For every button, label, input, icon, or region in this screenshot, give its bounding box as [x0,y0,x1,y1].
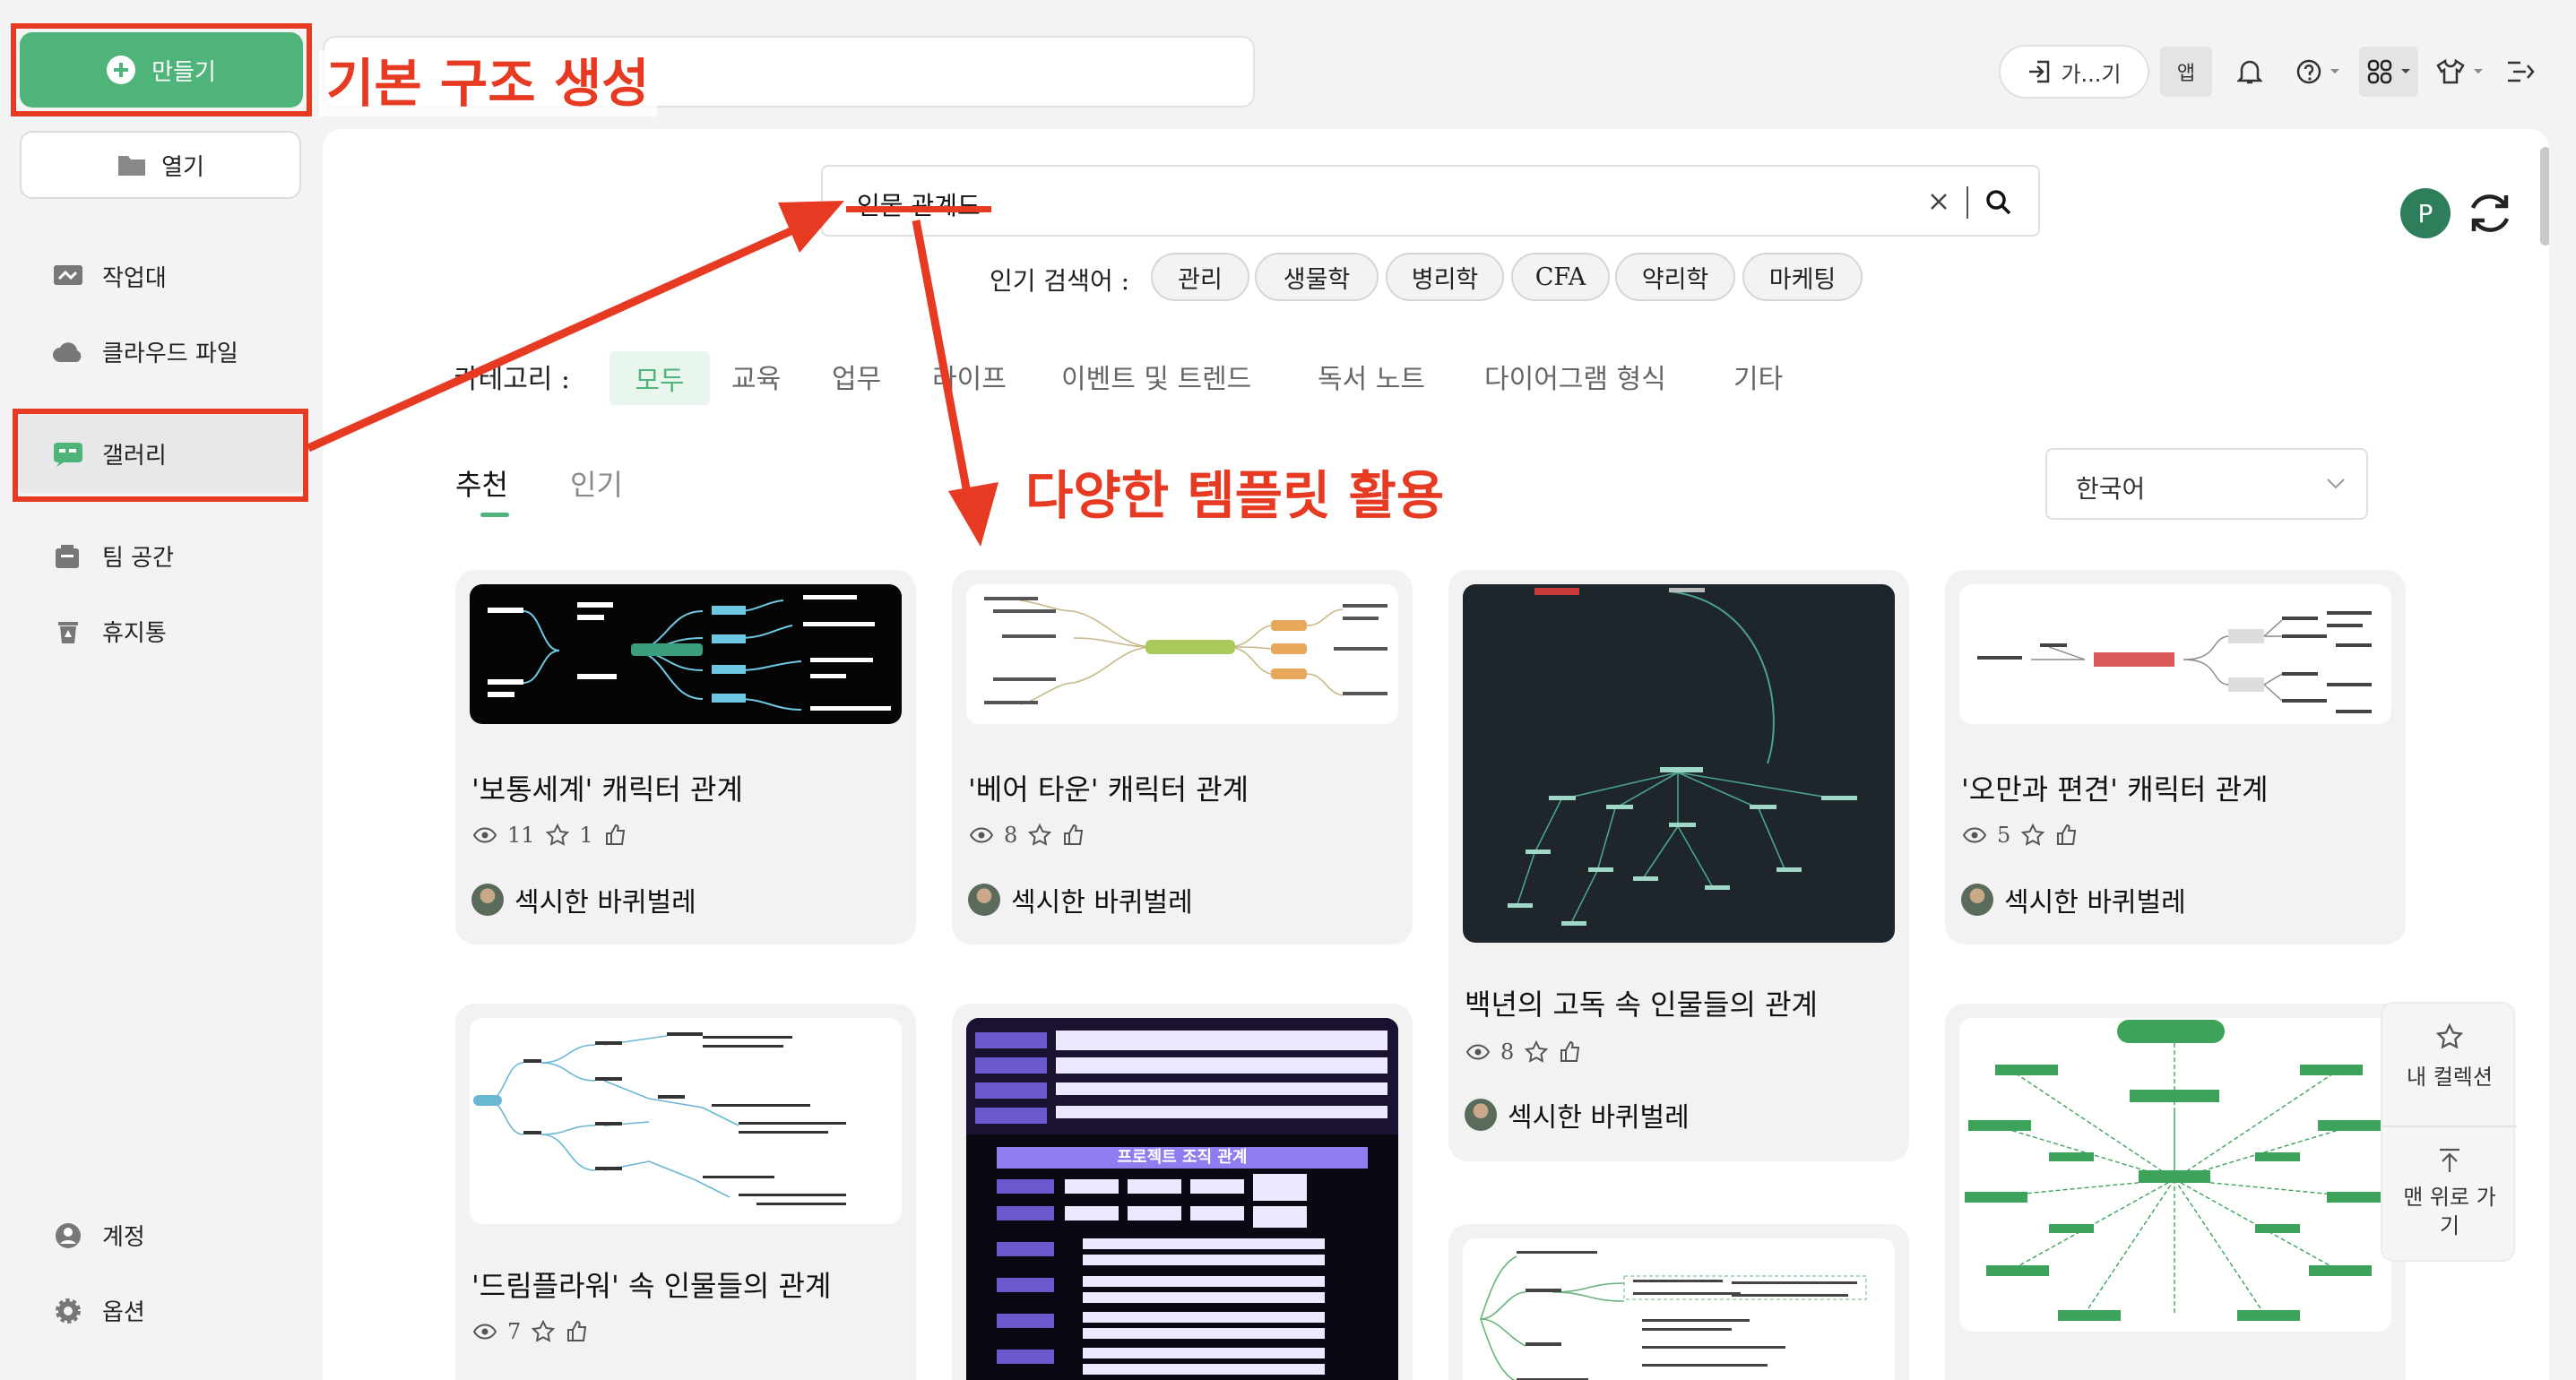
annotation-arrow-search-to-templates [912,220,974,508]
annotation-underline-search [846,206,991,212]
annotation-arrow-gallery-to-search [307,220,808,453]
annotation-arrows [307,201,998,547]
